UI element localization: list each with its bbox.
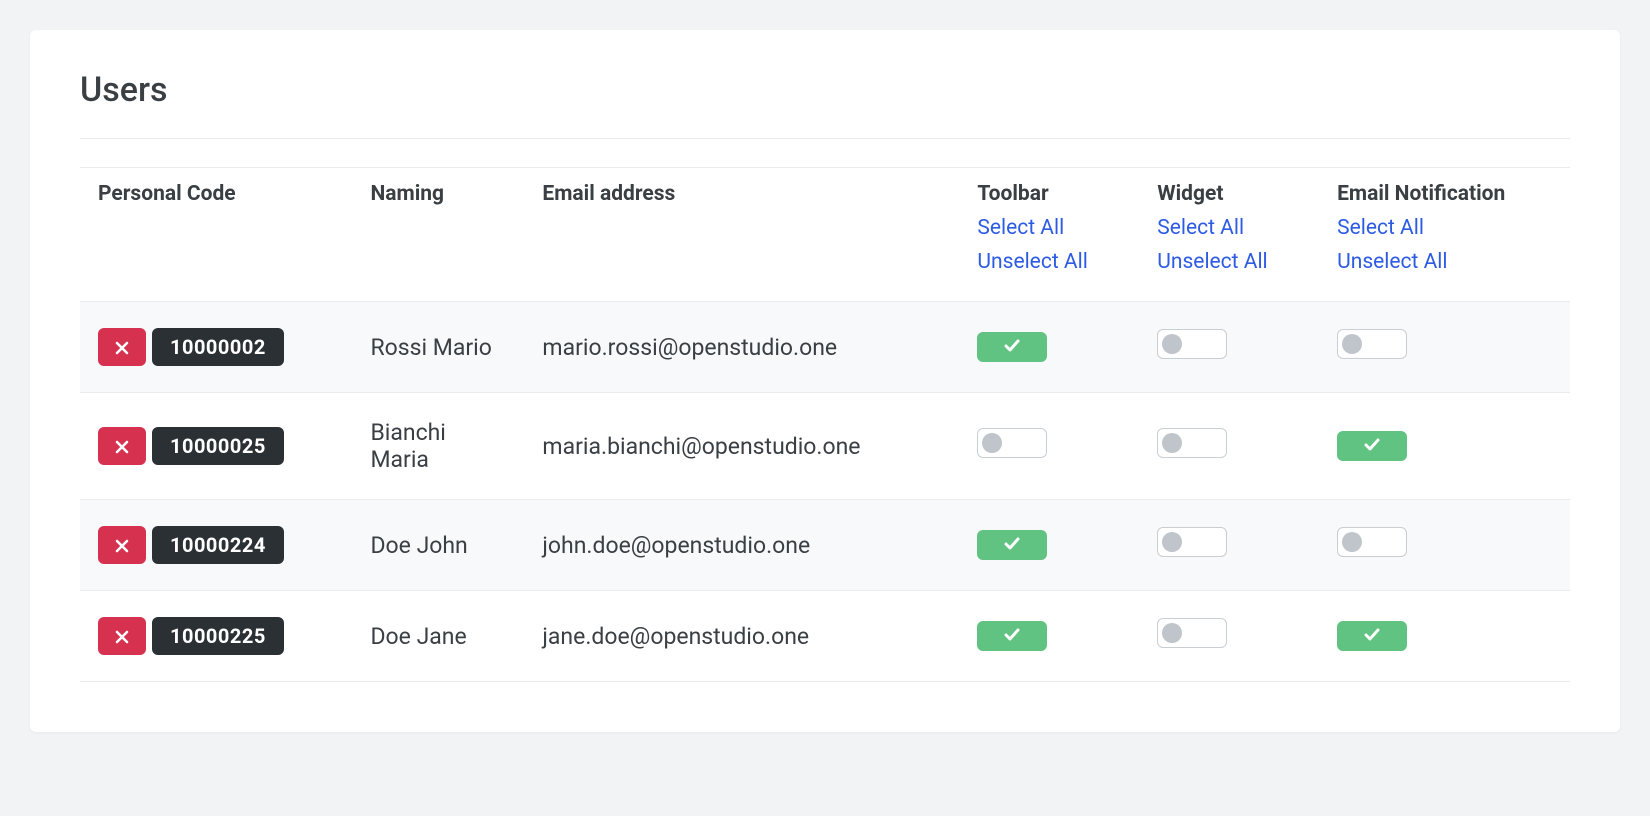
col-email-notification: Email Notification Select All Unselect A… — [1319, 168, 1570, 302]
email-notification-toggle[interactable] — [1337, 329, 1407, 359]
remove-button[interactable] — [98, 328, 146, 366]
widget-toggle[interactable] — [1157, 329, 1227, 359]
close-icon — [115, 623, 129, 650]
cell-naming: Doe John — [352, 500, 524, 591]
code-badge: 10000225 — [152, 617, 284, 655]
cell-personal-code: 10000002 — [80, 302, 352, 393]
code-badge: 10000224 — [152, 526, 284, 564]
widget-toggle[interactable] — [1157, 618, 1227, 648]
cell-personal-code: 10000025 — [80, 393, 352, 500]
cell-email-notification — [1319, 393, 1570, 500]
cell-email: maria.bianchi@openstudio.one — [524, 393, 959, 500]
widget-header-links: Select All Unselect All — [1157, 212, 1301, 279]
divider — [80, 138, 1570, 139]
cell-widget — [1139, 393, 1319, 500]
widget-select-all[interactable]: Select All — [1157, 212, 1301, 246]
toggle-knob — [1342, 532, 1362, 552]
email-notification-select-all[interactable]: Select All — [1337, 212, 1552, 246]
table-row: 10000002 Rossi Mariomario.rossi@openstudi… — [80, 302, 1570, 393]
check-icon — [1002, 532, 1022, 559]
col-widget: Widget Select All Unselect All — [1139, 168, 1319, 302]
check-icon — [1362, 623, 1382, 650]
widget-toggle[interactable] — [1157, 527, 1227, 557]
close-icon — [115, 334, 129, 361]
cell-email: mario.rossi@openstudio.one — [524, 302, 959, 393]
remove-button[interactable] — [98, 617, 146, 655]
check-icon — [1362, 433, 1382, 460]
cell-naming: Rossi Mario — [352, 302, 524, 393]
email-notification-unselect-all[interactable]: Unselect All — [1337, 246, 1552, 280]
page-title: Users — [80, 70, 1570, 110]
table-row: 10000224 Doe Johnjohn.doe@openstudio.one — [80, 500, 1570, 591]
toolbar-toggle[interactable] — [977, 428, 1047, 458]
col-naming: Naming — [352, 168, 524, 302]
cell-widget — [1139, 500, 1319, 591]
col-email: Email address — [524, 168, 959, 302]
cell-widget — [1139, 302, 1319, 393]
check-icon — [1002, 623, 1022, 650]
cell-toolbar — [959, 302, 1139, 393]
cell-personal-code: 10000225 — [80, 591, 352, 682]
table-header-row: Personal Code Naming Email address Toolb… — [80, 168, 1570, 302]
close-icon — [115, 433, 129, 460]
remove-button[interactable] — [98, 427, 146, 465]
toolbar-select-all[interactable]: Select All — [977, 212, 1121, 246]
cell-email-notification — [1319, 591, 1570, 682]
email-notification-toggle[interactable] — [1337, 527, 1407, 557]
cell-email: john.doe@openstudio.one — [524, 500, 959, 591]
table-row: 10000225 Doe Janejane.doe@openstudio.one — [80, 591, 1570, 682]
email-notification-toggle[interactable] — [1337, 621, 1407, 651]
toggle-knob — [1162, 334, 1182, 354]
col-toolbar: Toolbar Select All Unselect All — [959, 168, 1139, 302]
toolbar-header-links: Select All Unselect All — [977, 212, 1121, 279]
cell-toolbar — [959, 591, 1139, 682]
col-personal-code: Personal Code — [80, 168, 352, 302]
cell-naming: Doe Jane — [352, 591, 524, 682]
table-body: 10000002 Rossi Mariomario.rossi@openstudi… — [80, 302, 1570, 682]
table-row: 10000025 Bianchi Mariamaria.bianchi@opens… — [80, 393, 1570, 500]
toggle-knob — [1162, 532, 1182, 552]
cell-toolbar — [959, 500, 1139, 591]
widget-unselect-all[interactable]: Unselect All — [1157, 246, 1301, 280]
users-card: Users Personal Code Naming Email address… — [30, 30, 1620, 732]
toggle-knob — [1342, 334, 1362, 354]
cell-naming: Bianchi Maria — [352, 393, 524, 500]
check-icon — [1002, 334, 1022, 361]
cell-toolbar — [959, 393, 1139, 500]
toolbar-toggle[interactable] — [977, 621, 1047, 651]
toolbar-toggle[interactable] — [977, 332, 1047, 362]
close-icon — [115, 532, 129, 559]
remove-button[interactable] — [98, 526, 146, 564]
toggle-knob — [1162, 623, 1182, 643]
cell-email: jane.doe@openstudio.one — [524, 591, 959, 682]
email-notification-toggle[interactable] — [1337, 431, 1407, 461]
toolbar-toggle[interactable] — [977, 530, 1047, 560]
cell-email-notification — [1319, 302, 1570, 393]
cell-widget — [1139, 591, 1319, 682]
users-table: Personal Code Naming Email address Toolb… — [80, 167, 1570, 682]
cell-email-notification — [1319, 500, 1570, 591]
email-notification-header-links: Select All Unselect All — [1337, 212, 1552, 279]
toolbar-unselect-all[interactable]: Unselect All — [977, 246, 1121, 280]
widget-toggle[interactable] — [1157, 428, 1227, 458]
toggle-knob — [1162, 433, 1182, 453]
toggle-knob — [982, 433, 1002, 453]
cell-personal-code: 10000224 — [80, 500, 352, 591]
code-badge: 10000002 — [152, 328, 284, 366]
code-badge: 10000025 — [152, 427, 284, 465]
